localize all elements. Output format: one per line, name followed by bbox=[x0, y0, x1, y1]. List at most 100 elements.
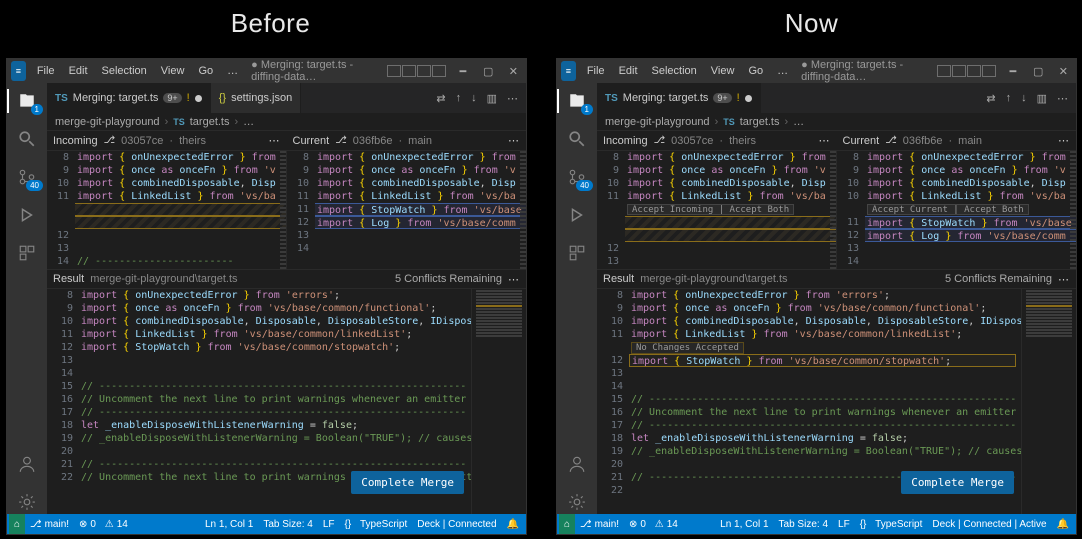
incoming-header: Incoming ⎇ 03057ce· theirs ⋯ bbox=[597, 131, 837, 150]
menu-selection[interactable]: Selection bbox=[95, 65, 154, 77]
complete-merge-button[interactable]: Complete Merge bbox=[351, 471, 464, 494]
codelens-accept-current[interactable]: Accept Current | Accept Both bbox=[867, 204, 1029, 215]
current-pane[interactable]: 89101011121314 import { onUnexpectedErro… bbox=[837, 151, 1076, 269]
tab-merging[interactable]: TS Merging: target.ts 9+ ! bbox=[47, 83, 211, 113]
down-icon[interactable]: ↓ bbox=[471, 92, 477, 104]
result-pane[interactable]: 8910111213141516171819202122 import { on… bbox=[597, 289, 1076, 514]
activity-explorer[interactable]: 1 bbox=[565, 89, 589, 113]
status-cursor[interactable]: Ln 1, Col 1 bbox=[715, 514, 773, 534]
close-button[interactable]: ✕ bbox=[1051, 59, 1076, 83]
result-more-icon[interactable]: ⋯ bbox=[1058, 273, 1070, 286]
vscode-window-before: ≡ File Edit Selection View Go … ● Mergin… bbox=[6, 58, 527, 535]
more-icon[interactable]: ⋯ bbox=[1057, 92, 1068, 105]
dirty-indicator bbox=[745, 95, 752, 102]
caption-before: Before bbox=[0, 0, 541, 50]
activity-account[interactable] bbox=[565, 452, 589, 476]
status-cursor[interactable]: Ln 1, Col 1 bbox=[200, 514, 258, 534]
status-tabsize[interactable]: Tab Size: 4 bbox=[774, 514, 833, 534]
tab-warn-icon: ! bbox=[737, 92, 740, 104]
status-bell[interactable]: 🔔 bbox=[1052, 514, 1074, 534]
status-eol[interactable]: LF bbox=[318, 514, 340, 534]
menu-edit[interactable]: Edit bbox=[62, 65, 95, 77]
remote-indicator[interactable]: ⌂ bbox=[559, 514, 575, 534]
split-icon[interactable]: ▥ bbox=[1037, 92, 1047, 105]
tab-bar: TS Merging: target.ts 9+ ! {} settings.j… bbox=[47, 83, 526, 113]
layout-controls[interactable] bbox=[383, 65, 450, 77]
minimize-button[interactable]: ━ bbox=[1000, 59, 1025, 83]
menu-file[interactable]: File bbox=[30, 65, 62, 77]
tab-conflict-badge: 9+ bbox=[713, 93, 731, 103]
minimap[interactable] bbox=[471, 289, 526, 514]
status-deck[interactable]: Deck | Connected bbox=[412, 514, 501, 534]
activity-settings[interactable] bbox=[565, 490, 589, 514]
menu-selection[interactable]: Selection bbox=[645, 65, 704, 77]
activity-extensions[interactable] bbox=[565, 241, 589, 265]
result-more-icon[interactable]: ⋯ bbox=[508, 273, 520, 286]
window-title: ● Merging: target.ts - diffing-data… bbox=[795, 59, 933, 83]
tab-merging[interactable]: TS Merging: target.ts 9+ ! bbox=[597, 83, 761, 113]
incoming-pane[interactable]: 8910111213 import { onUnexpectedError } … bbox=[597, 151, 837, 269]
menu-go[interactable]: Go bbox=[191, 65, 220, 77]
menu-go[interactable]: Go bbox=[741, 65, 770, 77]
current-more-icon[interactable]: ⋯ bbox=[508, 134, 520, 147]
tab-label: Merging: target.ts bbox=[623, 92, 709, 104]
status-bell[interactable]: 🔔 bbox=[502, 514, 524, 534]
status-tabsize[interactable]: Tab Size: 4 bbox=[258, 514, 317, 534]
incoming-more-icon[interactable]: ⋯ bbox=[269, 134, 281, 147]
menu-file[interactable]: File bbox=[580, 65, 612, 77]
activity-scm[interactable]: 40 bbox=[15, 165, 39, 189]
up-icon[interactable]: ↑ bbox=[1006, 92, 1012, 104]
window-title: ● Merging: target.ts - diffing-data… bbox=[245, 59, 383, 83]
minimize-button[interactable]: ━ bbox=[450, 59, 475, 83]
layout-controls[interactable] bbox=[933, 65, 1000, 77]
menu-edit[interactable]: Edit bbox=[612, 65, 645, 77]
complete-merge-button[interactable]: Complete Merge bbox=[901, 471, 1014, 494]
tab-settings-json[interactable]: {} settings.json bbox=[211, 83, 302, 113]
remote-indicator[interactable]: ⌂ bbox=[9, 514, 25, 534]
activity-extensions[interactable] bbox=[15, 241, 39, 265]
codelens-accept-incoming[interactable]: Accept Incoming | Accept Both bbox=[627, 204, 794, 215]
menu-more[interactable]: … bbox=[220, 65, 245, 77]
status-deck[interactable]: Deck | Connected | Active bbox=[927, 514, 1051, 534]
status-problems[interactable]: ⊗0 ⚠14 bbox=[74, 514, 133, 534]
activity-search[interactable] bbox=[565, 127, 589, 151]
up-icon[interactable]: ↑ bbox=[456, 92, 462, 104]
current-more-icon[interactable]: ⋯ bbox=[1058, 134, 1070, 147]
incoming-more-icon[interactable]: ⋯ bbox=[819, 134, 831, 147]
breadcrumb[interactable]: merge-git-playground› TStarget.ts›… bbox=[47, 113, 526, 131]
activity-debug[interactable] bbox=[15, 203, 39, 227]
activity-search[interactable] bbox=[15, 127, 39, 151]
activity-debug[interactable] bbox=[565, 203, 589, 227]
split-icon[interactable]: ▥ bbox=[487, 92, 497, 105]
current-pane[interactable]: 89101111121314 import { onUnexpectedErro… bbox=[287, 151, 526, 269]
breadcrumb[interactable]: merge-git-playground› TStarget.ts›… bbox=[597, 113, 1076, 131]
vscode-window-now: ≡ File Edit Selection View Go … ● Mergin… bbox=[556, 58, 1077, 535]
minimap[interactable] bbox=[1021, 289, 1076, 514]
statusbar: ⌂ ⎇main! ⊗0 ⚠14 Ln 1, Col 1 Tab Size: 4 … bbox=[7, 514, 526, 534]
down-icon[interactable]: ↓ bbox=[1021, 92, 1027, 104]
status-branch[interactable]: ⎇main! bbox=[575, 514, 624, 534]
diff-icon[interactable]: ⇄ bbox=[436, 92, 445, 105]
result-header: Result merge-git-playground\target.ts 5 … bbox=[597, 269, 1076, 289]
status-problems[interactable]: ⊗0 ⚠14 bbox=[624, 514, 683, 534]
activity-settings[interactable] bbox=[15, 490, 39, 514]
status-eol[interactable]: LF bbox=[833, 514, 855, 534]
diff-icon[interactable]: ⇄ bbox=[986, 92, 995, 105]
incoming-pane[interactable]: 891011121314 import { onUnexpectedError … bbox=[47, 151, 287, 269]
menu-view[interactable]: View bbox=[154, 65, 192, 77]
close-button[interactable]: ✕ bbox=[501, 59, 526, 83]
titlebar: ≡ File Edit Selection View Go … ● Mergin… bbox=[7, 59, 526, 83]
maximize-button[interactable]: ▢ bbox=[1026, 59, 1051, 83]
menu-view[interactable]: View bbox=[704, 65, 742, 77]
status-lang[interactable]: {} TypeScript bbox=[855, 514, 928, 534]
maximize-button[interactable]: ▢ bbox=[476, 59, 501, 83]
more-icon[interactable]: ⋯ bbox=[507, 92, 518, 105]
activity-account[interactable] bbox=[15, 452, 39, 476]
activity-explorer[interactable]: 1 bbox=[15, 89, 39, 113]
menu-more[interactable]: … bbox=[770, 65, 795, 77]
dirty-indicator bbox=[195, 95, 202, 102]
status-lang[interactable]: {} TypeScript bbox=[340, 514, 413, 534]
result-pane[interactable]: 8910111213141516171819202122 import { on… bbox=[47, 289, 526, 514]
status-branch[interactable]: ⎇main! bbox=[25, 514, 74, 534]
activity-scm[interactable]: 40 bbox=[565, 165, 589, 189]
